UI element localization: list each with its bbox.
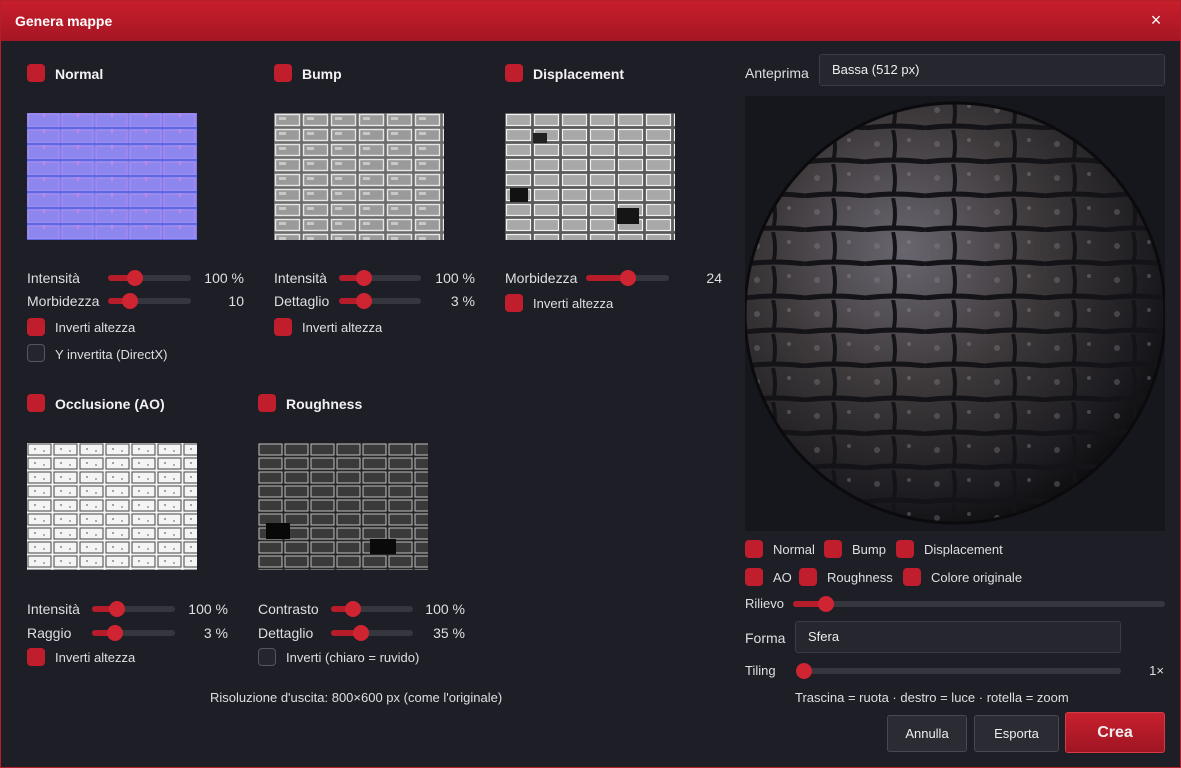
bump-intensity-value: 100 % [435, 270, 475, 286]
roughness-title: Roughness [286, 396, 363, 412]
preview-toggle-ao-checkbox[interactable] [745, 568, 763, 586]
tiling-label: Tiling [745, 663, 776, 678]
normal-intensity-value: 100 % [204, 270, 244, 286]
dialog-window: Genera mappe × Normal Intensità 100 % Mo… [0, 0, 1181, 768]
normal-enable-checkbox[interactable] [27, 64, 45, 82]
ao-invert-label: Inverti altezza [55, 650, 136, 665]
roughness-map-thumbnail [258, 443, 428, 570]
ao-enable-checkbox[interactable] [27, 394, 45, 412]
preview-toggle-roughness-label: Roughness [827, 570, 893, 585]
bump-map-thumbnail [274, 113, 444, 240]
normal-directx-checkbox[interactable] [27, 344, 45, 362]
normal-intensity-slider[interactable] [108, 270, 191, 286]
displacement-smooth-slider[interactable] [586, 270, 669, 286]
preview-toggle-displacement-label: Displacement [924, 542, 1003, 557]
tiling-slider[interactable] [796, 663, 1121, 679]
close-icon[interactable]: × [1146, 10, 1166, 30]
preview-toggle-displacement-checkbox[interactable] [896, 540, 914, 558]
normal-title: Normal [55, 66, 104, 82]
material-preview-viewport[interactable] [743, 96, 1167, 531]
bump-enable-checkbox[interactable] [274, 64, 292, 82]
displacement-smooth-value: 24 [706, 270, 722, 286]
roughness-detail-slider[interactable] [331, 625, 413, 641]
shape-label: Forma [745, 630, 786, 646]
roughness-enable-checkbox[interactable] [258, 394, 276, 412]
bump-intensity-slider[interactable] [339, 270, 421, 286]
displacement-title: Displacement [533, 66, 625, 82]
ao-intensity-slider[interactable] [92, 601, 175, 617]
bump-intensity-label: Intensità [274, 270, 327, 286]
normal-invert-checkbox[interactable] [27, 318, 45, 336]
displacement-invert-label: Inverti altezza [533, 296, 614, 311]
displacement-map-thumbnail [505, 113, 675, 240]
bump-detail-value: 3 % [450, 293, 475, 309]
preview-toggle-normal-label: Normal [773, 542, 815, 557]
preview-toggle-bump-checkbox[interactable] [824, 540, 842, 558]
normal-intensity-label: Intensità [27, 270, 80, 286]
roughness-contrast-slider[interactable] [331, 601, 413, 617]
ao-intensity-label: Intensità [27, 601, 80, 617]
preview-toggle-original-color-checkbox[interactable] [903, 568, 921, 586]
bump-detail-slider[interactable] [339, 293, 421, 309]
roughness-detail-value: 35 % [433, 625, 465, 641]
displacement-enable-checkbox[interactable] [505, 64, 523, 82]
relief-label: Rilievo [745, 596, 785, 611]
relief-slider[interactable] [793, 596, 1165, 612]
ao-title: Occlusione (AO) [55, 396, 165, 412]
normal-map-thumbnail [27, 113, 197, 240]
preview-label: Anteprima [745, 65, 809, 81]
ao-map-thumbnail [27, 443, 197, 570]
normal-directx-label: Y invertita (DirectX) [55, 347, 168, 362]
displacement-smooth-label: Morbidezza [505, 270, 578, 286]
preview-toggle-normal-checkbox[interactable] [745, 540, 763, 558]
roughness-contrast-label: Contrasto [258, 601, 319, 617]
normal-smooth-value: 10 [228, 293, 244, 309]
create-button[interactable]: Crea [1065, 712, 1165, 753]
tiling-value: 1× [1149, 663, 1164, 678]
shape-select[interactable]: Sfera [795, 621, 1121, 653]
ao-radius-value: 3 % [203, 625, 228, 641]
bump-invert-label: Inverti altezza [302, 320, 383, 335]
sphere-preview [743, 101, 1167, 525]
normal-invert-label: Inverti altezza [55, 320, 136, 335]
bump-invert-checkbox[interactable] [274, 318, 292, 336]
title-bar: Genera mappe × [1, 1, 1180, 41]
export-button[interactable]: Esporta [974, 715, 1059, 752]
preview-quality-select[interactable]: Bassa (512 px) [819, 54, 1165, 86]
preview-toggle-roughness-checkbox[interactable] [799, 568, 817, 586]
preview-toggle-original-color-label: Colore originale [931, 570, 1023, 585]
ao-radius-label: Raggio [27, 625, 72, 641]
normal-smooth-label: Morbidezza [27, 293, 100, 309]
dialog-title: Genera mappe [15, 13, 113, 29]
preview-toggle-ao-label: AO [773, 570, 792, 585]
displacement-invert-checkbox[interactable] [505, 294, 523, 312]
roughness-contrast-value: 100 % [425, 601, 465, 617]
cancel-button[interactable]: Annulla [887, 715, 967, 752]
preview-hint-text: Trascina = ruota · destro = luce · rotel… [795, 690, 1069, 705]
roughness-invert-label: Inverti (chiaro = ruvido) [286, 650, 420, 665]
output-resolution-text: Risoluzione d'uscita: 800×600 px (come l… [210, 690, 503, 705]
ao-intensity-value: 100 % [188, 601, 228, 617]
roughness-invert-checkbox[interactable] [258, 648, 276, 666]
ao-radius-slider[interactable] [92, 625, 175, 641]
bump-title: Bump [302, 66, 342, 82]
preview-toggle-bump-label: Bump [852, 542, 886, 557]
normal-smooth-slider[interactable] [108, 293, 191, 309]
ao-invert-checkbox[interactable] [27, 648, 45, 666]
roughness-detail-label: Dettaglio [258, 625, 314, 641]
bump-detail-label: Dettaglio [274, 293, 330, 309]
